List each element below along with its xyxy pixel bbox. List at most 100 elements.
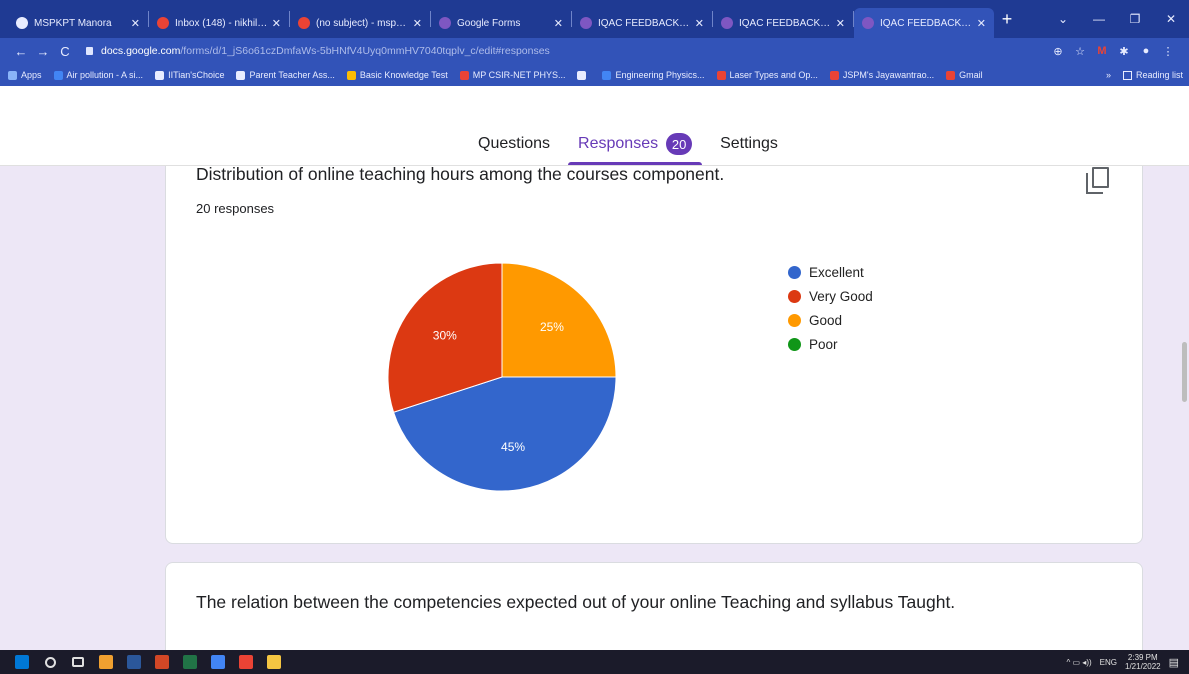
tab-favicon-icon: [298, 17, 310, 29]
reload-icon[interactable]: C: [54, 44, 76, 59]
browser-tab[interactable]: IQAC FEEDBACK ON I ✕: [713, 8, 853, 38]
tab-label: MSPKPT Manora: [34, 17, 112, 29]
excel-icon[interactable]: [176, 650, 204, 674]
bookmark-favicon-icon: [53, 70, 63, 80]
profile-avatar-icon[interactable]: ●: [1135, 45, 1157, 57]
tab-settings[interactable]: Settings: [720, 130, 778, 158]
bookmark-item[interactable]: Apps: [8, 70, 42, 80]
pie-slice-label: 25%: [540, 320, 564, 334]
browser-tab[interactable]: Inbox (148) - nikhilb... ✕: [149, 8, 289, 38]
bookmark-item[interactable]: Basic Knowledge Test: [346, 70, 448, 80]
url-host: docs.google.com: [101, 45, 181, 57]
tab-favicon-icon: [16, 17, 28, 29]
bookmark-item[interactable]: [577, 70, 590, 80]
language-indicator[interactable]: ENG: [1100, 658, 1117, 667]
window-controls: ⌄ — ❐ ✕: [1045, 0, 1189, 38]
question-title: Distribution of online teaching hours am…: [196, 166, 725, 184]
browser-tab[interactable]: Google Forms ✕: [431, 8, 571, 38]
browser-tab[interactable]: (no subject) - mspcm... ✕: [290, 8, 430, 38]
tab-close-icon[interactable]: ✕: [977, 17, 986, 30]
legend-item: Good: [788, 308, 873, 332]
new-tab-button[interactable]: +: [994, 9, 1020, 30]
notification-icon[interactable]: ▤: [1169, 656, 1179, 669]
bookmark-label: Apps: [21, 70, 42, 80]
tab-favicon-icon: [862, 17, 874, 29]
browser-tab[interactable]: MSPKPT Manora ✕: [8, 8, 148, 38]
powerpoint-icon[interactable]: [148, 650, 176, 674]
tab-close-icon[interactable]: ✕: [554, 17, 563, 30]
tab-favicon-icon: [157, 17, 169, 29]
legend-dot-icon: [788, 289, 801, 303]
tab-close-icon[interactable]: ✕: [836, 17, 845, 30]
puzzle-icon[interactable]: ✱: [1113, 45, 1135, 58]
pie-slice-label: 30%: [433, 328, 457, 342]
scrollbar-thumb[interactable]: [1182, 342, 1187, 402]
bookmark-label: JSPM's Jayawantrao...: [842, 70, 935, 80]
bookmark-label: Engineering Physics...: [615, 70, 705, 80]
star-icon[interactable]: ☆: [1069, 45, 1091, 58]
bookmark-favicon-icon: [602, 70, 612, 80]
tab-close-icon[interactable]: ✕: [695, 17, 704, 30]
chrome-icon[interactable]: [204, 650, 232, 674]
word-icon[interactable]: [120, 650, 148, 674]
tab-favicon-icon: [580, 17, 592, 29]
url-field[interactable]: docs.google.com /forms/d/1_jS6o61czDmfaW…: [86, 45, 1047, 57]
app-icon[interactable]: [92, 650, 120, 674]
maximize-icon[interactable]: ❐: [1117, 12, 1153, 26]
bookmark-label: MP CSIR-NET PHYS...: [472, 70, 566, 80]
legend-item: Excellent: [788, 260, 873, 284]
tab-favicon-icon: [721, 17, 733, 29]
pie-chart: 25% 45% 30%: [387, 262, 617, 492]
bookmark-item[interactable]: MP CSIR-NET PHYS...: [459, 70, 566, 80]
bookmark-label: Air pollution - A si...: [66, 70, 144, 80]
close-window-icon[interactable]: ✕: [1153, 12, 1189, 26]
bookmark-item[interactable]: Air pollution - A si...: [53, 70, 144, 80]
task-view-icon[interactable]: [64, 650, 92, 674]
back-icon[interactable]: ←: [10, 44, 32, 59]
legend-dot-icon: [788, 337, 801, 351]
search-icon[interactable]: [36, 650, 64, 674]
bookmark-favicon-icon: [236, 70, 246, 80]
bookmarks-more-button[interactable]: »: [1106, 70, 1111, 80]
legend-label: Excellent: [809, 264, 864, 280]
bookmark-item[interactable]: Parent Teacher Ass...: [236, 70, 335, 80]
clock-date: 1/21/2022: [1125, 662, 1161, 671]
file-explorer-icon[interactable]: [260, 650, 288, 674]
reading-list-button[interactable]: Reading list: [1136, 70, 1183, 80]
tab-responses[interactable]: Responses 20: [568, 130, 703, 165]
browser-tab[interactable]: IQAC FEEDBACK ON I ✕: [572, 8, 712, 38]
tab-label: IQAC FEEDBACK ON I: [880, 17, 973, 29]
bookmark-item[interactable]: Gmail: [946, 70, 983, 80]
legend-item: Poor: [788, 332, 873, 356]
tab-close-icon[interactable]: ✕: [413, 17, 422, 30]
system-tray: ^ ▭ ◂)) ENG 2:39 PM 1/21/2022 ▤: [1059, 650, 1179, 674]
bookmark-item[interactable]: IITian'sChoice: [155, 70, 224, 80]
tab-responses-label: Responses: [578, 135, 659, 152]
tray-icons[interactable]: ^ ▭ ◂)): [1067, 658, 1092, 667]
copy-chart-icon[interactable]: [1086, 167, 1110, 195]
minimize-icon[interactable]: —: [1081, 12, 1117, 26]
bookmark-label: Parent Teacher Ass...: [249, 70, 335, 80]
url-path: /forms/d/1_jS6o61czDmfaWs-5bHNfV4Uyq0mmH…: [180, 45, 550, 57]
chrome-icon[interactable]: [232, 650, 260, 674]
clock[interactable]: 2:39 PM 1/21/2022: [1125, 653, 1161, 671]
tab-search-icon[interactable]: ⌄: [1045, 12, 1081, 26]
share-icon[interactable]: ⊕: [1047, 45, 1069, 58]
tab-close-icon[interactable]: ✕: [272, 17, 281, 30]
extension-icon[interactable]: M: [1091, 45, 1113, 57]
tab-label: IQAC FEEDBACK ON I: [598, 17, 691, 29]
bookmark-favicon-icon: [577, 70, 587, 80]
menu-icon[interactable]: ⋮: [1157, 45, 1179, 58]
bookmark-item[interactable]: Engineering Physics...: [602, 70, 705, 80]
forward-icon[interactable]: →: [32, 44, 54, 59]
responses-content: Distribution of online teaching hours am…: [0, 166, 1189, 650]
legend-label: Very Good: [809, 288, 873, 304]
windows-taskbar: ^ ▭ ◂)) ENG 2:39 PM 1/21/2022 ▤: [0, 650, 1189, 674]
tab-questions[interactable]: Questions: [478, 130, 550, 158]
bookmark-item[interactable]: JSPM's Jayawantrao...: [829, 70, 935, 80]
bookmark-item[interactable]: Laser Types and Op...: [716, 70, 818, 80]
tab-close-icon[interactable]: ✕: [131, 17, 140, 30]
legend-dot-icon: [788, 265, 801, 279]
browser-tab[interactable]: IQAC FEEDBACK ON I ✕: [854, 8, 994, 38]
start-icon[interactable]: [8, 650, 36, 674]
